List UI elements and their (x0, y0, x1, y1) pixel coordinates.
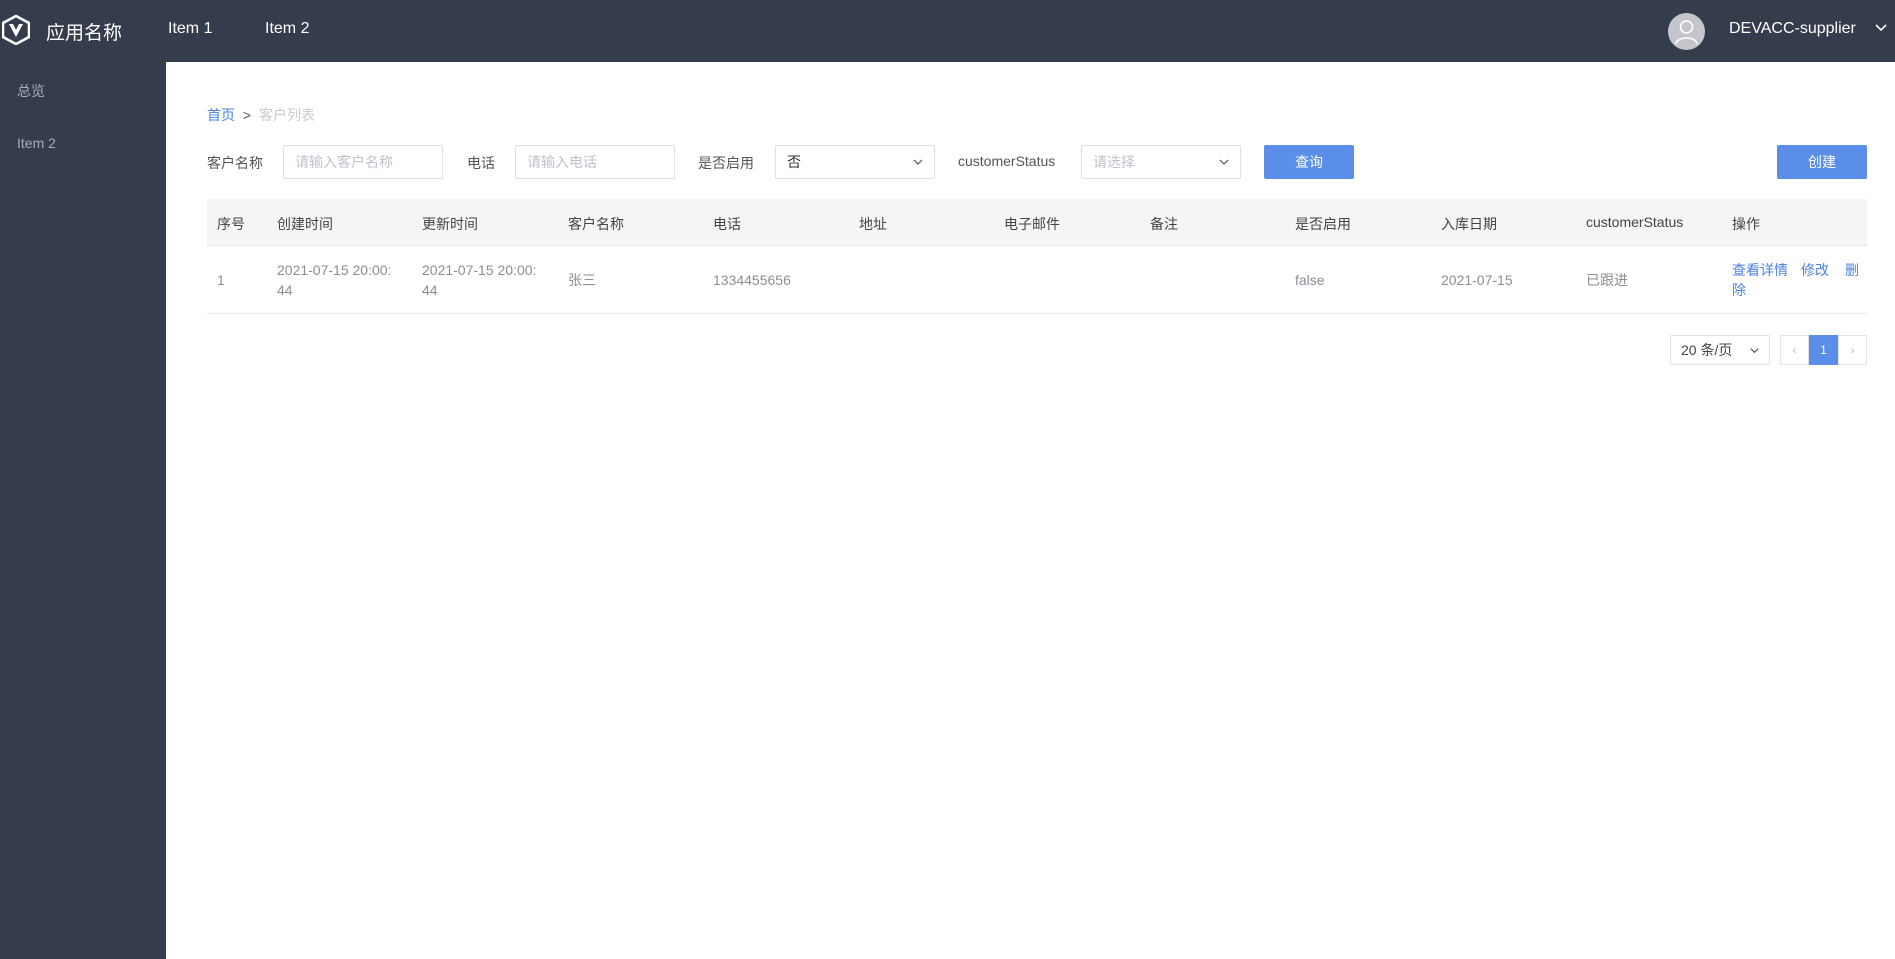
page-1-button[interactable]: 1 (1809, 335, 1838, 365)
breadcrumb-home-link[interactable]: 首页 (207, 107, 235, 123)
enabled-select[interactable]: 否 (775, 145, 935, 179)
chevron-down-icon (1219, 159, 1229, 165)
create-button[interactable]: 创建 (1777, 145, 1867, 179)
page-size-value: 20 条/页 (1681, 342, 1733, 358)
column-header: 备注 (1150, 216, 1178, 232)
prev-page-button[interactable]: ‹ (1780, 335, 1809, 365)
nav-item-1[interactable]: Item 1 (168, 20, 212, 38)
enabled-select-value: 否 (787, 154, 801, 170)
sidebar-item-2[interactable]: Item 2 (17, 135, 56, 151)
customer-status-select[interactable]: 请选择 (1081, 145, 1241, 179)
cell-phone: 1334455656 (713, 272, 791, 288)
breadcrumb: 首页 > 客户列表 (207, 105, 315, 125)
customer-name-label: 客户名称 (207, 155, 263, 171)
delete-link-line1[interactable]: 删 (1732, 260, 1867, 280)
next-page-button[interactable]: › (1838, 335, 1867, 365)
customer-table: 序号 创建时间 更新时间 客户名称 电话 地址 电子邮件 备注 是否启用 入库日… (207, 199, 1867, 314)
phone-placeholder: 请输入电话 (527, 154, 597, 170)
chevron-down-icon (913, 159, 923, 165)
column-header: customerStatus (1586, 214, 1684, 230)
username[interactable]: DEVACC-supplier (1729, 20, 1856, 38)
cell-stock-date: 2021-07-15 (1441, 272, 1513, 288)
cell-updated-time-line1: 2021-07-15 20:00: (422, 262, 537, 278)
customer-name-placeholder: 请输入客户名称 (295, 154, 393, 170)
delete-link-line2[interactable]: 除 (1732, 280, 1867, 300)
cell-customer-status: 已跟进 (1586, 272, 1628, 288)
cell-index: 1 (217, 272, 225, 288)
enabled-label: 是否启用 (698, 155, 754, 171)
chevron-down-icon[interactable] (1874, 21, 1888, 35)
breadcrumb-current: 客户列表 (258, 107, 315, 123)
column-header: 创建时间 (277, 216, 333, 232)
cell-updated-time-line2: 44 (422, 282, 438, 298)
app-title[interactable]: 应用名称 (46, 18, 122, 45)
cell-created-time-line1: 2021-07-15 20:00: (277, 262, 392, 278)
main-content (166, 62, 1895, 959)
table-row: 1 2021-07-15 20:00: 44 2021-07-15 20:00:… (207, 246, 1867, 314)
nav-item-2[interactable]: Item 2 (265, 20, 309, 38)
query-button[interactable]: 查询 (1264, 145, 1354, 179)
column-header: 是否启用 (1295, 216, 1351, 232)
column-header: 操作 (1732, 216, 1760, 232)
cell-customer-name: 张三 (568, 272, 596, 288)
column-header: 电话 (713, 216, 741, 232)
table-header: 序号 创建时间 更新时间 客户名称 电话 地址 电子邮件 备注 是否启用 入库日… (207, 199, 1867, 246)
page-size-select[interactable]: 20 条/页 (1670, 335, 1770, 365)
cell-created-time: 2021-07-15 20:00: 44 (277, 260, 391, 300)
pagination: ‹ 1 › (1780, 335, 1867, 365)
phone-label: 电话 (467, 155, 495, 171)
customer-status-placeholder: 请选择 (1093, 154, 1135, 170)
sidebar-item-overview[interactable]: 总览 (17, 81, 45, 101)
phone-input[interactable]: 请输入电话 (515, 145, 675, 179)
app-logo-icon[interactable] (2, 15, 30, 45)
user-avatar-icon[interactable] (1668, 13, 1705, 50)
chevron-down-icon (1750, 348, 1759, 354)
column-header: 客户名称 (568, 216, 624, 232)
column-header: 更新时间 (422, 216, 478, 232)
column-header: 电子邮件 (1004, 216, 1060, 232)
column-header: 入库日期 (1441, 216, 1497, 232)
customer-status-label: customerStatus (958, 153, 1056, 169)
sidebar: 总览 Item 2 (0, 62, 166, 959)
cell-updated-time: 2021-07-15 20:00: 44 (422, 260, 536, 300)
cell-enabled: false (1295, 272, 1325, 288)
delete-link[interactable]: 删 除 (1732, 260, 1867, 300)
column-header: 序号 (217, 216, 245, 232)
cell-created-time-line2: 44 (277, 282, 293, 298)
breadcrumb-separator: > (242, 107, 252, 123)
column-header: 地址 (859, 216, 887, 232)
top-navbar: 应用名称 Item 1 Item 2 DEVACC-supplier (0, 0, 1895, 62)
customer-name-input[interactable]: 请输入客户名称 (283, 145, 443, 179)
